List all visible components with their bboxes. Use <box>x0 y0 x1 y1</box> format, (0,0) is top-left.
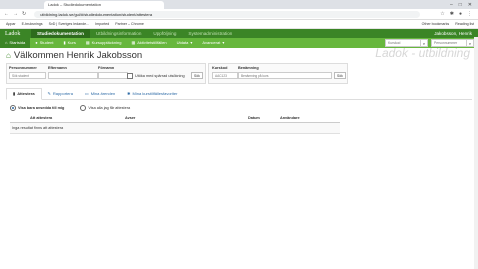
radio-label: Visa alla jag får attestera <box>88 106 131 110</box>
tab-label: Mina kurstillfällesfavoriter <box>132 91 178 96</box>
col-att-attestera[interactable]: Att attestera <box>30 116 52 120</box>
radio-selected[interactable] <box>10 105 16 111</box>
checkbox-label: Utöka med spärrad utsökning <box>135 74 185 78</box>
bookmark-item[interactable]: Imported <box>95 22 109 26</box>
filter-option-mine[interactable]: Visa bara avsedda till mig <box>10 105 64 111</box>
radio-label: Visa bara avsedda till mig <box>18 106 65 110</box>
minimize-icon[interactable]: – <box>450 2 453 8</box>
attest-table: Att attestera Avser Datum Användare Inga… <box>10 114 340 134</box>
bookmark-item[interactable]: Appar <box>6 22 16 26</box>
efternamn-input[interactable] <box>48 72 98 79</box>
menu-studiedokumentation[interactable]: Studiedokumentation <box>31 29 90 38</box>
menu-uppfoljning[interactable]: Uppföljning <box>147 29 182 38</box>
star-icon[interactable]: ☆ <box>440 11 444 17</box>
personnummer-input[interactable] <box>9 72 46 79</box>
attest-filter: Visa bara avsedda till mig Visa alla jag… <box>10 105 130 111</box>
radio-unselected[interactable] <box>80 105 87 111</box>
menu-utbildningsinformation[interactable]: Utbildningsinformation <box>90 29 147 38</box>
window-controls: – □ ✕ <box>450 2 478 8</box>
back-icon[interactable]: ← <box>4 11 9 17</box>
tab-label: Rapportera <box>52 91 73 96</box>
bookmark-item[interactable]: SvD | Sveriges ledande... <box>49 22 90 26</box>
url-field[interactable]: utbildning.ladok.se/gui/#/studiedokument… <box>34 10 421 18</box>
sparrad-checkbox[interactable]: Utöka med spärrad utsökning <box>127 73 185 79</box>
col-avser[interactable]: Avser <box>125 116 135 120</box>
extensions-icon[interactable]: ✱ <box>450 11 454 17</box>
browser-tab[interactable]: Ladok – Studiedokumentation <box>44 0 164 9</box>
reload-icon[interactable]: ↻ <box>22 11 26 17</box>
menu-icon[interactable]: ⋮ <box>467 11 472 17</box>
kurskod-input[interactable] <box>212 72 238 79</box>
kurskod-label: Kurskod <box>212 66 228 70</box>
efternamn-label: Efternamn <box>48 66 67 70</box>
tab-favoriter[interactable]: ✱ Mina kurstillfällesfavoriter <box>121 89 183 99</box>
filter-option-all[interactable]: Visa alla jag får attestera <box>80 105 130 111</box>
bookmark-item[interactable]: Reading list <box>455 22 474 26</box>
personnummer-label: Personnummer <box>9 66 37 70</box>
course-search-panel: Kurskod Benämning Sök <box>208 63 348 84</box>
fornamn-label: Förnamn <box>98 66 115 70</box>
fornamn-input[interactable] <box>98 72 128 79</box>
col-datum[interactable]: Datum <box>248 116 260 120</box>
benamning-label: Benämning <box>238 66 259 70</box>
benamning-input[interactable] <box>238 72 332 79</box>
close-icon[interactable]: ✕ <box>468 2 472 8</box>
tab-mina-arenden[interactable]: ▭ Mina ärenden <box>79 89 121 99</box>
table-header: Att attestera Avser Datum Användare <box>10 114 340 123</box>
home-icon: ⌂ <box>6 50 11 60</box>
page-title-text: Välkommen Henrik Jakobsson <box>13 49 143 61</box>
checkbox-box[interactable] <box>127 73 133 79</box>
ladok-header: Ladok Studiedokumentation Utbildningsinf… <box>0 29 478 38</box>
menu-systemadministration[interactable]: Systemadministration <box>182 29 238 38</box>
book-icon: ▮ <box>13 91 16 96</box>
tab-label: Attestera <box>17 91 35 96</box>
star-icon: ✱ <box>127 91 131 96</box>
bookmark-item[interactable]: Other bookmarks <box>422 22 450 26</box>
address-bar-row: ← → ↻ utbildning.ladok.se/gui/#/studiedo… <box>0 9 478 20</box>
course-search-button[interactable]: Sök <box>334 72 346 79</box>
main-tabs: ▮ Attestera ✎ Rapportera ▭ Mina ärenden ✱ Mi… <box>6 88 472 100</box>
tab-title: Ladok – Studiedokumentation <box>48 2 101 7</box>
tab-attestera[interactable]: ▮ Attestera <box>6 88 42 100</box>
page-title: ⌂ Välkommen Henrik Jakobsson <box>6 50 142 61</box>
bookmarks-bar: Appar E-bruksnings SvD | Sveriges ledand… <box>0 20 478 29</box>
browser-tabstrip: Ladok – Studiedokumentation – □ ✕ <box>0 0 478 9</box>
profile-icon[interactable]: ● <box>459 11 462 17</box>
environment-watermark: Ladok - utbildning <box>375 46 470 60</box>
inbox-icon: ▭ <box>84 91 89 96</box>
bookmark-item[interactable]: E-bruksnings <box>22 22 43 26</box>
student-search-panel: Personnummer Efternamn Förnamn Utöka med… <box>6 63 206 84</box>
student-search-button[interactable]: Sök <box>191 72 203 79</box>
pencil-icon: ✎ <box>47 91 51 96</box>
forward-icon[interactable]: → <box>13 11 18 17</box>
table-empty-row: Inga resultat finns att attestera <box>10 123 340 134</box>
col-anvandare[interactable]: Användare <box>280 116 300 120</box>
bookmark-item[interactable]: Partner – Chrome <box>115 22 144 26</box>
tab-rapportera[interactable]: ✎ Rapportera <box>42 89 79 99</box>
page-scrollbar[interactable] <box>474 37 478 269</box>
user-name[interactable]: Jakobsson, Henrik <box>434 31 478 36</box>
tab-label: Mina ärenden <box>90 91 116 96</box>
ladok-logo[interactable]: Ladok <box>0 31 31 37</box>
maximize-icon[interactable]: □ <box>459 2 462 8</box>
